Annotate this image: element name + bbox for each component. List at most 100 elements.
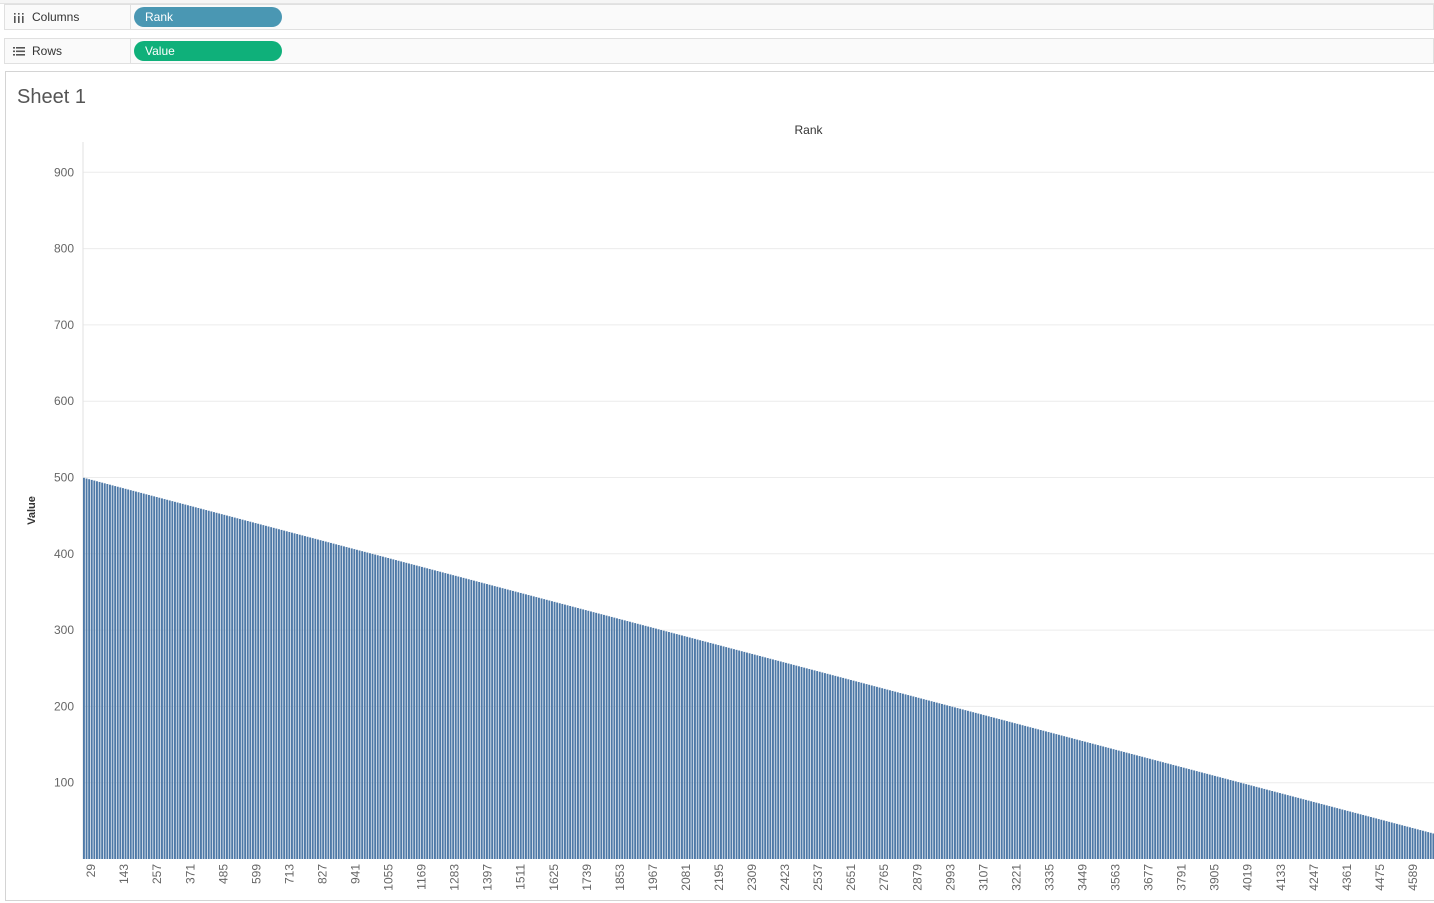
bar <box>959 708 962 859</box>
bar <box>304 536 306 859</box>
bar <box>668 632 670 859</box>
bar <box>556 602 559 859</box>
bar <box>946 705 949 859</box>
bar <box>985 715 988 859</box>
bar <box>574 607 577 859</box>
rows-shelf[interactable]: Rows Value <box>4 38 1434 64</box>
bar <box>699 640 702 859</box>
bar <box>551 601 553 859</box>
bar <box>977 713 980 859</box>
bar <box>878 687 881 859</box>
rank-pill[interactable]: Rank <box>134 7 282 27</box>
bar <box>426 568 429 859</box>
bar <box>766 658 769 859</box>
bar <box>350 548 353 859</box>
bar <box>608 616 611 859</box>
bar <box>408 563 410 859</box>
bar <box>457 576 460 859</box>
bar <box>1281 793 1284 859</box>
bar <box>756 655 759 859</box>
bar <box>1229 780 1232 859</box>
bar <box>1331 806 1333 859</box>
bar <box>1201 772 1203 859</box>
bar <box>1354 812 1357 859</box>
bar <box>665 631 668 859</box>
bar <box>904 694 907 859</box>
x-tick-label: 3563 <box>1109 864 1123 891</box>
bar <box>1071 738 1073 859</box>
bar <box>137 492 140 859</box>
bar <box>343 546 345 859</box>
bar <box>1362 814 1365 859</box>
x-tick-label: 1967 <box>646 864 660 891</box>
bar <box>933 701 936 859</box>
x-tick-label: 29 <box>84 864 98 878</box>
bar <box>298 534 301 859</box>
bar <box>1211 775 1214 859</box>
bar <box>1175 765 1177 859</box>
bar <box>1024 725 1027 859</box>
value-pill[interactable]: Value <box>134 41 282 61</box>
bar <box>855 681 858 859</box>
bar <box>1117 750 1120 859</box>
bar <box>218 513 221 859</box>
bar <box>782 662 785 859</box>
bar <box>1307 800 1310 859</box>
bar <box>1097 745 1099 859</box>
bar <box>361 551 364 859</box>
bar <box>267 526 270 859</box>
bar <box>1414 828 1417 859</box>
x-tick-label: 4475 <box>1373 864 1387 891</box>
bar <box>415 565 418 859</box>
bar <box>670 632 673 859</box>
bar <box>1284 794 1287 859</box>
bar <box>743 651 746 859</box>
bar <box>1325 805 1328 859</box>
bar <box>179 503 182 859</box>
bar <box>486 584 488 859</box>
x-tick-label: 4019 <box>1241 864 1255 891</box>
bar <box>876 686 878 859</box>
x-tick-label: 713 <box>282 864 296 884</box>
bar <box>189 505 192 859</box>
bar <box>1162 762 1164 859</box>
x-tick-label: 3905 <box>1208 864 1222 891</box>
x-tick-label: 3335 <box>1043 864 1057 891</box>
bar <box>327 542 330 859</box>
rows-shelf-label: Rows <box>5 39 131 63</box>
bar <box>207 510 210 859</box>
bar <box>1411 828 1414 859</box>
bar <box>938 703 941 859</box>
bar <box>1159 761 1162 859</box>
bar <box>262 525 265 859</box>
bar <box>1393 823 1396 859</box>
bar <box>920 698 923 859</box>
bar <box>735 649 738 859</box>
columns-shelf[interactable]: Columns Rank <box>4 4 1434 30</box>
bar <box>774 660 777 859</box>
bar <box>868 684 871 859</box>
x-tick-label: 143 <box>117 864 131 884</box>
x-tick-label: 2879 <box>910 864 924 891</box>
bar <box>912 696 915 859</box>
bar <box>530 595 533 859</box>
x-tick-label: 257 <box>150 864 164 884</box>
bar <box>850 679 852 859</box>
bar <box>1156 760 1159 859</box>
bar <box>1367 816 1370 859</box>
bar <box>863 683 865 859</box>
y-tick-label: 700 <box>54 318 74 332</box>
x-tick-label: 3677 <box>1142 864 1156 891</box>
bar <box>790 664 793 859</box>
bar <box>1375 818 1378 859</box>
bar <box>1294 797 1297 859</box>
bar <box>787 663 790 859</box>
bar <box>161 498 163 859</box>
bar <box>1182 767 1185 859</box>
bar <box>1185 768 1188 859</box>
x-tick-label: 2537 <box>811 864 825 891</box>
bar <box>1112 749 1115 859</box>
bar <box>236 518 239 859</box>
bar <box>839 677 842 859</box>
x-tick-label: 3449 <box>1076 864 1090 891</box>
